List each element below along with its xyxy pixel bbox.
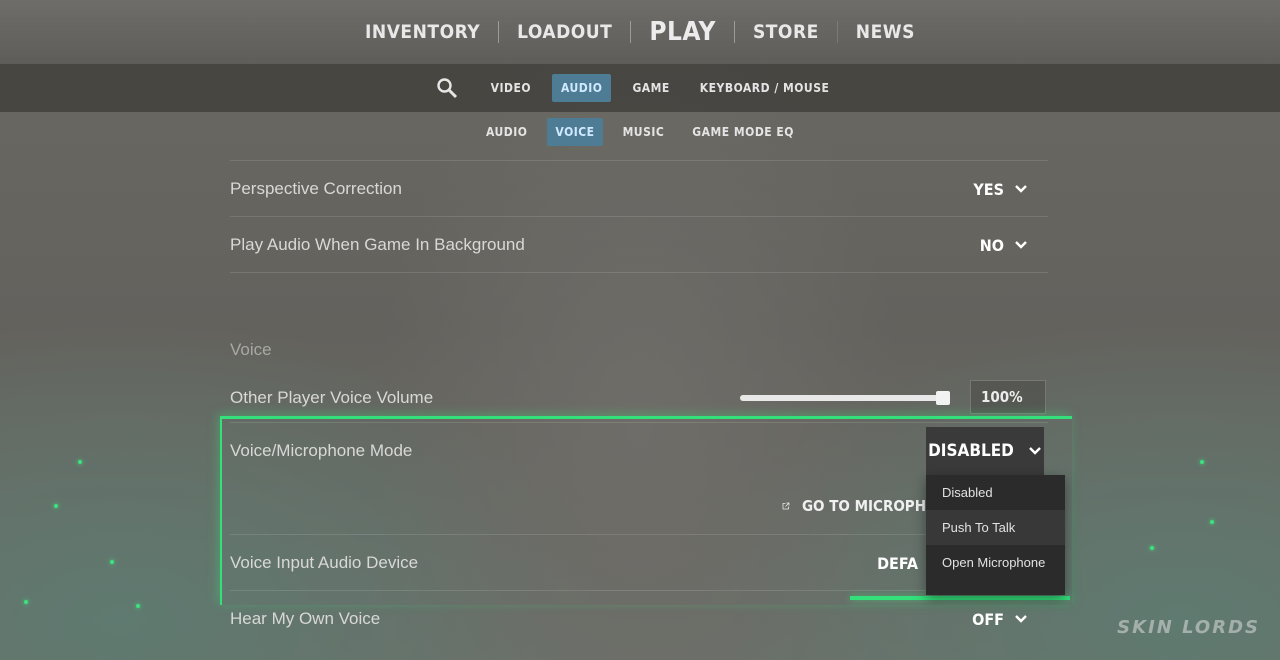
voice-volume-slider[interactable]	[740, 391, 950, 405]
setting-label: Voice/Microphone Mode	[230, 441, 413, 460]
search-icon[interactable]	[436, 77, 458, 99]
particle	[1210, 520, 1214, 524]
setting-label: Voice Input Audio Device	[230, 553, 419, 572]
slider-thumb[interactable]	[936, 391, 950, 405]
voice-mode-value: DISABLED	[928, 441, 1014, 461]
setting-row-play-audio-background[interactable]: Play Audio When Game In Background NO	[230, 216, 1048, 273]
chevron-down-icon	[1015, 241, 1027, 249]
highlight-accent	[850, 596, 1070, 600]
settings-tabs: VIDEO AUDIO GAME KEYBOARD / MOUSE	[0, 64, 1280, 112]
nav-inventory[interactable]: INVENTORY	[347, 21, 498, 43]
nav-store[interactable]: STORE	[735, 21, 837, 43]
setting-value[interactable]: DEFA	[877, 554, 918, 573]
chevron-down-icon	[1029, 447, 1041, 455]
setting-label: Hear My Own Voice	[230, 609, 381, 628]
go-to-microphone-link[interactable]: GO TO MICROPH	[782, 490, 926, 522]
main-nav: INVENTORY LOADOUT PLAY STORE NEWS	[0, 0, 1280, 64]
watermark-logo: SKIN LORDS	[1117, 617, 1260, 638]
setting-label: Play Audio When Game In Background	[230, 235, 525, 254]
voice-mode-dropdown-menu: Disabled Push To Talk Open Microphone	[926, 475, 1065, 595]
nav-play[interactable]: PLAY	[631, 17, 734, 47]
dropdown-option-disabled[interactable]: Disabled	[926, 475, 1065, 510]
audio-subtabs: AUDIO VOICE MUSIC GAME MODE EQ	[0, 116, 1280, 148]
nav-divider	[836, 21, 838, 43]
voice-mode-dropdown-button[interactable]: DISABLED	[926, 427, 1044, 475]
subtab-audio[interactable]: AUDIO	[478, 118, 535, 146]
nav-loadout[interactable]: LOADOUT	[499, 21, 630, 43]
tab-keyboard-mouse[interactable]: KEYBOARD / MOUSE	[691, 74, 839, 102]
setting-value[interactable]: OFF	[972, 610, 1028, 629]
subtab-music[interactable]: MUSIC	[615, 118, 673, 146]
setting-value[interactable]: NO	[980, 236, 1028, 255]
go-to-microphone-label: GO TO MICROPH	[801, 497, 926, 515]
voice-volume-input[interactable]: 100%	[970, 380, 1046, 414]
slider-fill	[740, 395, 950, 401]
external-link-icon	[782, 502, 790, 510]
chevron-down-icon	[1015, 615, 1027, 623]
chevron-down-icon	[1015, 185, 1027, 193]
particle	[1200, 460, 1204, 464]
setting-label: Perspective Correction	[230, 179, 402, 198]
setting-value-text: OFF	[972, 609, 1004, 629]
nav-news[interactable]: NEWS	[838, 21, 933, 43]
dropdown-option-push-to-talk[interactable]: Push To Talk	[926, 510, 1065, 545]
section-title-voice: Voice	[230, 340, 272, 359]
particle	[136, 604, 140, 608]
tab-video[interactable]: VIDEO	[482, 74, 540, 102]
setting-value-text: YES	[973, 179, 1004, 199]
divider	[230, 272, 1048, 273]
setting-label: Other Player Voice Volume	[230, 388, 434, 407]
particle	[24, 600, 28, 604]
subtab-game-mode-eq[interactable]: GAME MODE EQ	[684, 118, 802, 146]
particle	[1150, 546, 1154, 550]
subtab-voice[interactable]: VOICE	[547, 118, 603, 146]
tab-audio[interactable]: AUDIO	[552, 74, 612, 102]
particle	[110, 560, 114, 564]
setting-value-text: NO	[979, 235, 1004, 255]
setting-value[interactable]: YES	[973, 180, 1028, 199]
tab-game[interactable]: GAME	[623, 74, 678, 102]
particle	[54, 504, 58, 508]
dropdown-option-open-microphone[interactable]: Open Microphone	[926, 545, 1065, 580]
particle	[78, 460, 82, 464]
setting-row-perspective-correction[interactable]: Perspective Correction YES	[230, 160, 1048, 217]
